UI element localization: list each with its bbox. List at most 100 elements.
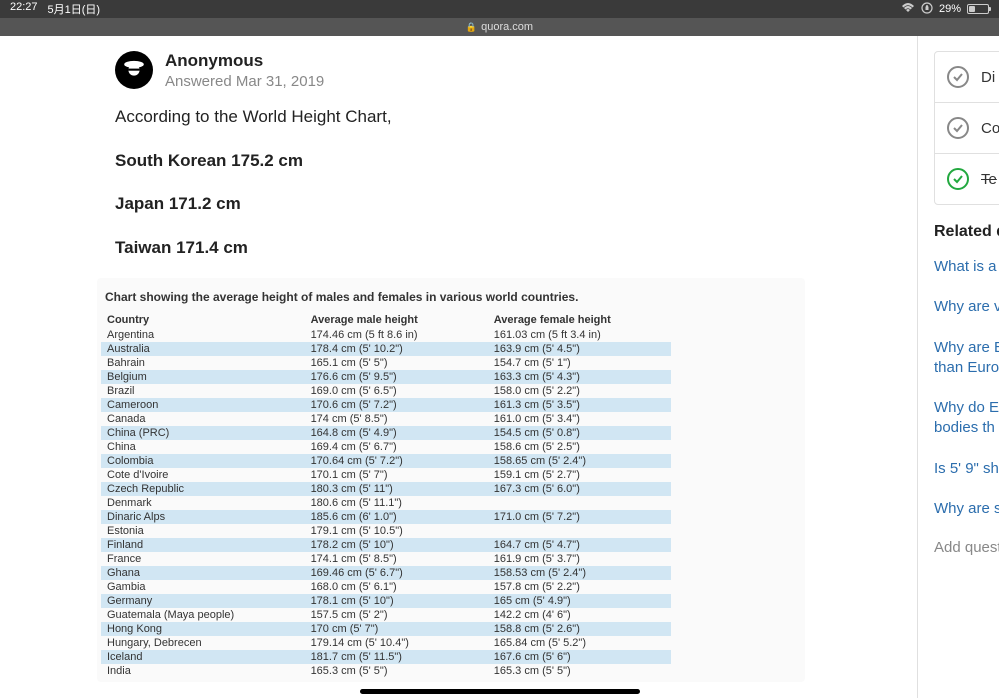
cell-country: Argentina <box>101 328 305 342</box>
add-question-link[interactable]: Add questi <box>934 539 999 556</box>
lock-icon: 🔒 <box>466 22 477 33</box>
cell-male: 176.6 cm (5' 9.5") <box>305 370 488 384</box>
cell-male: 170 cm (5' 7") <box>305 622 488 636</box>
url-text: quora.com <box>481 21 533 33</box>
table-row: Iceland181.7 cm (5' 11.5")167.6 cm (5' 6… <box>101 650 671 664</box>
cell-country: Czech Republic <box>101 482 305 496</box>
related-question-link[interactable]: Why do Ebodies th <box>934 398 999 439</box>
cell-female: 158.53 cm (5' 2.4") <box>488 566 671 580</box>
table-row: France174.1 cm (5' 8.5")161.9 cm (5' 3.7… <box>101 552 671 566</box>
cell-male: 165.3 cm (5' 5") <box>305 664 488 678</box>
table-row: Hungary, Debrecen179.14 cm (5' 10.4")165… <box>101 636 671 650</box>
height-table: Country Average male height Average fema… <box>101 312 671 678</box>
wifi-icon <box>901 3 915 16</box>
cell-female <box>488 524 671 538</box>
table-row: Australia178.4 cm (5' 10.2")163.9 cm (5'… <box>101 342 671 356</box>
avatar[interactable] <box>115 51 153 89</box>
cell-female <box>488 496 671 510</box>
cell-male: 178.2 cm (5' 10") <box>305 538 488 552</box>
cell-male: 178.4 cm (5' 10.2") <box>305 342 488 356</box>
table-row: Cameroon170.6 cm (5' 7.2")161.3 cm (5' 3… <box>101 398 671 412</box>
cell-country: India <box>101 664 305 678</box>
cell-female: 167.6 cm (5' 6") <box>488 650 671 664</box>
cell-female: 165 cm (5' 4.9") <box>488 594 671 608</box>
chart-title: Chart showing the average height of male… <box>97 278 805 312</box>
answer-line: Japan 171.2 cm <box>115 191 917 217</box>
table-row: Finland178.2 cm (5' 10")164.7 cm (5' 4.7… <box>101 538 671 552</box>
status-date: 5月1日(日) <box>48 1 101 17</box>
cell-male: 170.1 cm (5' 7") <box>305 468 488 482</box>
url-bar[interactable]: 🔒 quora.com <box>0 18 999 36</box>
cell-country: Belgium <box>101 370 305 384</box>
cell-country: Bahrain <box>101 356 305 370</box>
cell-country: France <box>101 552 305 566</box>
home-indicator[interactable] <box>360 689 640 694</box>
cell-female: 163.3 cm (5' 4.3") <box>488 370 671 384</box>
cell-male: 168.0 cm (5' 6.1") <box>305 580 488 594</box>
cell-country: China <box>101 440 305 454</box>
table-row: Brazil169.0 cm (5' 6.5")158.0 cm (5' 2.2… <box>101 384 671 398</box>
table-row: Czech Republic180.3 cm (5' 11")167.3 cm … <box>101 482 671 496</box>
table-row: Denmark180.6 cm (5' 11.1") <box>101 496 671 510</box>
battery-percent: 29% <box>939 3 961 15</box>
cell-country: Cameroon <box>101 398 305 412</box>
cell-country: Brazil <box>101 384 305 398</box>
cell-country: Germany <box>101 594 305 608</box>
cell-female: 154.7 cm (5' 1") <box>488 356 671 370</box>
col-male: Average male height <box>305 312 488 328</box>
table-row: China169.4 cm (5' 6.7")158.6 cm (5' 2.5"… <box>101 440 671 454</box>
cell-male: 170.64 cm (5' 7.2") <box>305 454 488 468</box>
cell-country: Australia <box>101 342 305 356</box>
cell-female: 165.84 cm (5' 5.2") <box>488 636 671 650</box>
cell-country: Iceland <box>101 650 305 664</box>
related-title: Related q <box>934 223 999 241</box>
cell-country: Guatemala (Maya people) <box>101 608 305 622</box>
table-row: Guatemala (Maya people)157.5 cm (5' 2")1… <box>101 608 671 622</box>
answer-header: Anonymous Answered Mar 31, 2019 <box>0 51 917 104</box>
cell-female: 171.0 cm (5' 7.2") <box>488 510 671 524</box>
cell-female: 154.5 cm (5' 0.8") <box>488 426 671 440</box>
table-row: China (PRC)164.8 cm (5' 4.9")154.5 cm (5… <box>101 426 671 440</box>
table-row: Cote d'Ivoire170.1 cm (5' 7")159.1 cm (5… <box>101 468 671 482</box>
cell-male: 165.1 cm (5' 5") <box>305 356 488 370</box>
author-name[interactable]: Anonymous <box>165 51 324 71</box>
related-question-link[interactable]: Is 5' 9" sh <box>934 459 999 479</box>
height-chart: Chart showing the average height of male… <box>97 278 805 682</box>
cell-male: 164.8 cm (5' 4.9") <box>305 426 488 440</box>
related-question-link[interactable]: Why are v <box>934 297 999 317</box>
cell-female: 159.1 cm (5' 2.7") <box>488 468 671 482</box>
answer-body: According to the World Height Chart, Sou… <box>0 104 917 260</box>
table-row: Estonia179.1 cm (5' 10.5") <box>101 524 671 538</box>
cell-male: 157.5 cm (5' 2") <box>305 608 488 622</box>
related-question-link[interactable]: What is a <box>934 257 999 277</box>
table-row: Hong Kong170 cm (5' 7")158.8 cm (5' 2.6"… <box>101 622 671 636</box>
table-row: Belgium176.6 cm (5' 9.5")163.3 cm (5' 4.… <box>101 370 671 384</box>
cell-female: 157.8 cm (5' 2.2") <box>488 580 671 594</box>
cell-male: 178.1 cm (5' 10") <box>305 594 488 608</box>
cell-male: 181.7 cm (5' 11.5") <box>305 650 488 664</box>
checklist-item[interactable]: Di <box>935 52 999 103</box>
cell-country: Canada <box>101 412 305 426</box>
related-question-link[interactable]: Why are s <box>934 499 999 519</box>
check-icon <box>947 117 969 139</box>
checklist-label: Te <box>981 171 997 188</box>
cell-country: China (PRC) <box>101 426 305 440</box>
cell-female: 161.3 cm (5' 3.5") <box>488 398 671 412</box>
checklist-item[interactable]: Co <box>935 103 999 154</box>
checklist-label: Di <box>981 69 995 86</box>
cell-country: Estonia <box>101 524 305 538</box>
table-row: India165.3 cm (5' 5")165.3 cm (5' 5") <box>101 664 671 678</box>
checklist-item[interactable]: Te <box>935 154 999 204</box>
table-row: Ghana169.46 cm (5' 6.7")158.53 cm (5' 2.… <box>101 566 671 580</box>
checklist: Di Co Te <box>934 51 999 205</box>
cell-female: 158.65 cm (5' 2.4") <box>488 454 671 468</box>
cell-male: 179.14 cm (5' 10.4") <box>305 636 488 650</box>
checklist-label: Co <box>981 120 999 137</box>
cell-country: Colombia <box>101 454 305 468</box>
related-question-link[interactable]: Why are Ethan Euro <box>934 338 999 379</box>
article: Anonymous Answered Mar 31, 2019 Accordin… <box>0 36 917 698</box>
table-row: Germany178.1 cm (5' 10")165 cm (5' 4.9") <box>101 594 671 608</box>
answer-line: Taiwan 171.4 cm <box>115 235 917 261</box>
cell-country: Dinaric Alps <box>101 510 305 524</box>
cell-male: 185.6 cm (6' 1.0") <box>305 510 488 524</box>
